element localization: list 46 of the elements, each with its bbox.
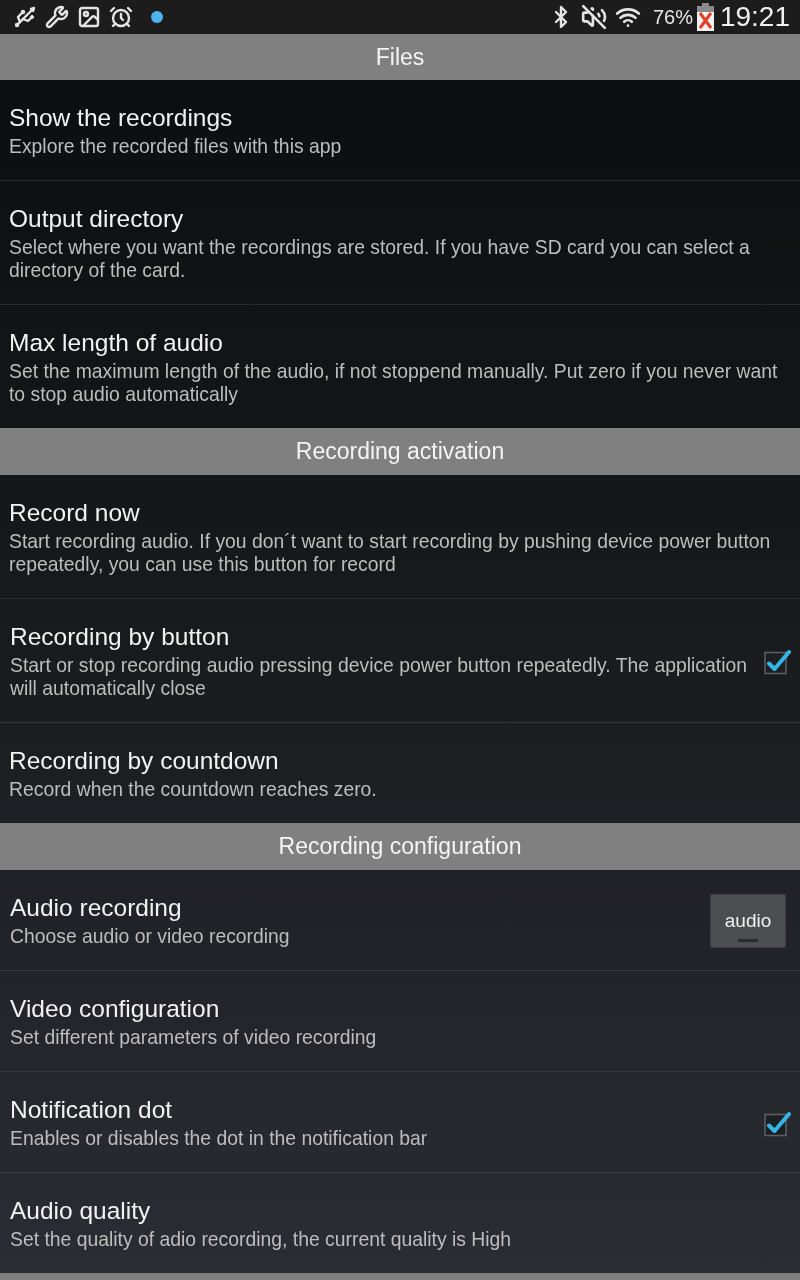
- indicator-bar-icon: [738, 938, 758, 942]
- preference-summary: Set the maximum length of the audio, if not stoppend manually. Put zero if you never want to stop audio automatically: [9, 360, 779, 406]
- preference-title: Recording by countdown: [9, 747, 279, 775]
- speaker-muted-icon: [580, 4, 607, 30]
- preference-title: Audio recording: [10, 894, 182, 922]
- preference-row[interactable]: Max length of audio Set the maximum length of the audio, if not stoppend manually. Put zero if you never want to stop audio automatically: [0, 305, 800, 428]
- section-header: Recording activation: [0, 428, 800, 475]
- preference-title: Video configuration: [10, 995, 220, 1023]
- preference-summary: Explore the recorded files with this app: [9, 135, 342, 158]
- preference-title: Recording by button: [10, 623, 230, 651]
- preference-row[interactable]: Recording by countdown Record when the countdown reaches zero.: [0, 723, 800, 823]
- preference-row[interactable]: Audio recording Choose audio or video recording audio: [0, 870, 800, 971]
- preference-title: Record now: [9, 499, 140, 527]
- section-header: Recording configuration: [0, 823, 800, 870]
- preference-summary: Enables or disables the dot in the notification bar: [10, 1127, 428, 1150]
- preference-summary: Start or stop recording audio pressing device power button repeatedly. The application will automatically close: [10, 654, 748, 700]
- preference-title: Output directory: [9, 205, 184, 233]
- preference-row[interactable]: Record now Start recording audio. If you don´t want to start recording by pushing device power button repeatedly, you can use this button for record: [0, 475, 800, 599]
- preference-row[interactable]: Output directory Select where you want the recordings are stored. If you have SD card you can select a directory of the card.: [0, 181, 800, 305]
- image-icon: [77, 5, 101, 29]
- alarm-clock-icon: [109, 5, 133, 29]
- preference-summary: Set different parameters of video recording: [10, 1026, 377, 1049]
- audio-toggle-button[interactable]: audio: [710, 894, 786, 948]
- clock-time: 19:21: [719, 2, 790, 32]
- preference-row[interactable]: Audio quality Set the quality of adio recording, the current quality is High: [0, 1173, 800, 1273]
- preference-summary: Set the quality of adio recording, the current quality is High: [10, 1228, 512, 1251]
- dot-icon: [151, 11, 163, 23]
- preference-summary: Record when the countdown reaches zero.: [9, 778, 377, 801]
- checkbox[interactable]: [764, 648, 791, 675]
- preference-title: Show the recordings: [9, 104, 233, 132]
- battery-percent: 76%: [652, 5, 693, 29]
- preference-row[interactable]: Video configuration Set different parameters of video recording: [0, 971, 800, 1072]
- section-header: Files: [0, 34, 800, 80]
- preference-title: Max length of audio: [9, 329, 223, 357]
- preference-summary: Choose audio or video recording: [10, 925, 290, 948]
- preference-title: Notification dot: [10, 1096, 173, 1124]
- preference-title: Audio quality: [10, 1197, 151, 1225]
- preference-row[interactable]: Recording by button Start or stop recording audio pressing device power button repeatedly. The application will automatically close: [0, 599, 800, 723]
- battery-icon: [696, 3, 714, 31]
- checkbox[interactable]: [764, 1109, 791, 1137]
- usb-icon: [13, 5, 37, 29]
- preference-row[interactable]: Show the recordings Explore the recorded files with this app: [0, 80, 800, 181]
- wrench-icon: [45, 5, 69, 29]
- preference-summary: Start recording audio. If you don´t want to start recording by pushing device power button repeatedly, you can use this button for record: [9, 530, 772, 576]
- preference-row[interactable]: Notification dot Enables or disables the dot in the notification bar: [0, 1072, 800, 1173]
- preference-summary: Select where you want the recordings are stored. If you have SD card you can select a directory of the card.: [9, 236, 751, 282]
